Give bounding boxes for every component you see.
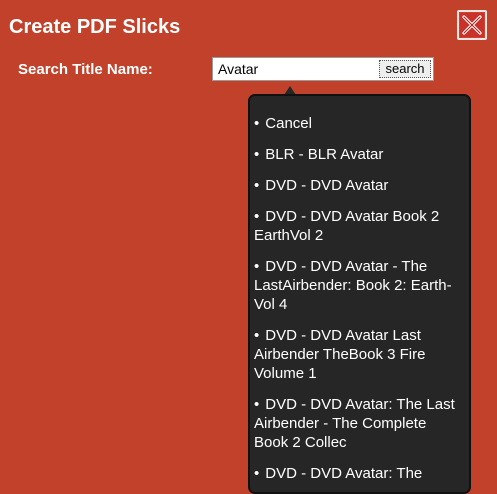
search-field: search — [212, 57, 434, 81]
result-item[interactable]: • DVD - DVD Avatar: The Last Airbender - … — [254, 395, 461, 452]
search-results-dropdown: • Cancel • BLR - BLR Avatar • DVD - DVD Ava… — [248, 94, 471, 494]
bullet: • — [254, 327, 260, 344]
search-input[interactable] — [216, 59, 376, 79]
result-item[interactable]: • DVD - DVD Avatar: The — [254, 464, 461, 483]
result-item-label: DVD - DVD Avatar: The Last Airbender - T… — [254, 396, 455, 451]
result-item-label: DVD - DVD Avatar Book 2 EarthVol 2 — [254, 208, 440, 244]
result-item-label: Cancel — [265, 115, 312, 132]
close-x-icon — [460, 13, 484, 37]
result-item-label: DVD - DVD Avatar Last Airbender TheBook … — [254, 327, 426, 382]
bullet: • — [254, 465, 260, 482]
result-item-label: DVD - DVD Avatar: The — [265, 465, 423, 482]
bullet: • — [254, 258, 260, 275]
results-list: • Cancel • BLR - BLR Avatar • DVD - DVD Ava… — [250, 96, 469, 483]
result-item[interactable]: • DVD - DVD Avatar - The LastAirbender: B… — [254, 257, 461, 314]
close-button[interactable] — [457, 10, 487, 40]
bullet: • — [254, 208, 260, 225]
bullet: • — [254, 115, 260, 132]
result-item[interactable]: • DVD - DVD Avatar Last Airbender TheBook… — [254, 326, 461, 383]
result-item-label: DVD - DVD Avatar — [265, 177, 389, 194]
result-item[interactable]: • DVD - DVD Avatar Book 2 EarthVol 2 — [254, 207, 461, 245]
result-item-label: DVD - DVD Avatar - The LastAirbender: Bo… — [254, 258, 452, 313]
bullet: • — [254, 146, 260, 163]
search-label: Search Title Name: — [18, 61, 153, 78]
search-button[interactable]: search — [379, 60, 431, 78]
result-item-cancel[interactable]: • Cancel — [254, 114, 461, 133]
result-item[interactable]: • BLR - BLR Avatar — [254, 145, 461, 164]
result-item[interactable]: • DVD - DVD Avatar — [254, 176, 461, 195]
result-item-label: BLR - BLR Avatar — [265, 146, 384, 163]
bullet: • — [254, 177, 260, 194]
bullet: • — [254, 396, 260, 413]
dialog-title: Create PDF Slicks — [9, 16, 181, 38]
